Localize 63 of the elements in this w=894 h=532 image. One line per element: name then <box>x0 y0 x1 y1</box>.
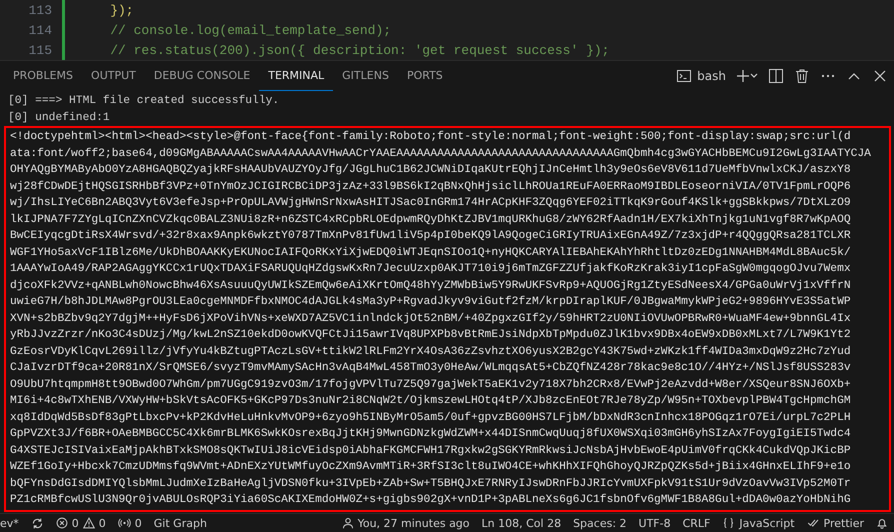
status-item[interactable]: Ln 108, Col 28 <box>482 516 562 530</box>
panel-tab[interactable]: OUTPUT <box>82 61 145 91</box>
terminal-output-line: xq8IdDqWd5BsDf83gPtLbxcPv+kP2KdvHeLuHnkvMvOP9+6zyo9h5INByMrO5am5/0uf+gpvzBG00HS7LFjbM/bDxNdR3cnInhcx18POGqz1rO7Ei/urpL7c2PLH <box>10 410 852 426</box>
line-number: 114 <box>28 22 53 38</box>
line-number: 113 <box>28 2 53 18</box>
warning-icon[interactable] <box>82 517 95 529</box>
bell-icon[interactable] <box>876 517 888 529</box>
panel-tab[interactable]: PORTS <box>398 61 452 91</box>
braces-icon[interactable] <box>722 517 736 529</box>
branch-status[interactable]: ev* <box>0 516 19 530</box>
terminal-output-line: WZEf1GoIy+Hbcxk7CmzUDMmsfq9WVmt+ADnEXzYUtWMfuyOcZXm9AvmMTiR+3RfSI3clt8uIWO4CE+whKHhXIFQhGhoyQJRZpQZKs5d+jBiix4GHnxELIhF9+e1o <box>10 460 852 475</box>
trash-icon[interactable] <box>794 68 810 84</box>
terminal-output-line: 1AAAYwIoA49/RAP2AGAggYKCCx1rUQxTDAXiFSARUQUqHZdgswKxRn7JecuUzxp0AKJT710i9j6mTmZGFZZUfjakfKoRzKrak3iyI1cpFaSgW0mgqogOJvu7Wemx <box>10 262 852 277</box>
blame-status[interactable]: You, 27 minutes ago <box>358 516 470 530</box>
add-terminal-icon[interactable] <box>736 68 758 84</box>
terminal-output-line: G4XSTEJcISIVaixEaMjpAkhBTxkSMO8sQKTwIUiJ8icVEidsp0iAbhaFKGMCFWH17Rgxkw2gSGKYRmRkwsiJcNsbAjHvbEwoE4pUimV0frqCKk4CukdVQpJKicBP <box>10 444 852 458</box>
terminal-output-line: BwCEIyqcgDtiRsX4Wrsvd/+32r8xax9Anpk6wkztY0787TmXnPv81fUw1liV5p4pI0beKQ9lA9QogeCiGRIyTRUAixEGnA49Z/7z3xjdP+r4QQggQRsa281TCLXR <box>10 228 852 244</box>
terminal-output-line: wj28fCDwDEjtHQSGISRHbBf3VPz+0TnYmOzJCIGIRCBCiDP3jzAz+33l9BS6kI2qBNxQhHjsiclLhROUa1REuFA0ERRaoM9IBDLEoseorniVIA/0TV1FpmLrOQP6 <box>10 180 852 194</box>
error-count[interactable]: 0 <box>72 516 79 530</box>
ports-count[interactable]: 0 <box>134 516 142 530</box>
sync-icon[interactable] <box>30 516 44 530</box>
terminal-output-line: OHYAQgBYMAByAbO0YzA8HGAQBQZyajkRFsHAAUbVAUZYOyJfg/JGgLhuC1B62JCWNiDIqaKUtrEQhjIJnCeHmtlh3y9eOs6eV8V611d7UeMfbVnwlxCKJ/aszxY8 <box>10 162 852 178</box>
double-check-icon[interactable] <box>806 517 820 529</box>
code-line: // console.log(email_template_send); <box>109 22 392 38</box>
terminal-output-line: uwieG7H/b8hJDLMAw8PgrOU3LEa0cgeMNMDFfbxNMOC4dAJGLk4sMa3yP+RgvadJkyv9viGutf2fzM/krpDIraplKUF/0JBgwaMmykWPjeG2+9896HYvE3S5atWP <box>10 294 852 310</box>
warning-count[interactable]: 0 <box>98 516 106 530</box>
terminal-output-line: CJaIvzrDTf9ca+20R81nX/SrQMSE6/svyzT9mvMAmySAcHn3vAqB4MwL458TmO3y0HeAw/WLmqqsAt5+CbZQfNZ428r78kac9e8c1O//4HYz+/NSlJsf8USS283v <box>10 360 852 376</box>
terminal-output-line: ata:font/woff2;base64,d09GMgABAAAAACswAA4AAAAAVHwAACrYAAEAAAAAAAAAAAAAAAAAAAAAAAAAAAAAAAAGmQbmh4cg3wGYACHbBEMCu9I2GwLg3IAATYCJA <box>10 146 872 162</box>
terminal-output-line: MI6i+4c8wTXhENB/VXWyHW+bSkVtsAcOFK5+GKcP97Ds3nuNr2i8CNqW2t/OjkmszewLHOtq4tP/XJb8zcEnEOt7RJe78yZp/W95n+TOXbevplPBW4TgcHpmchGM <box>10 394 852 409</box>
language-status[interactable]: JavaScript <box>739 516 795 530</box>
terminal-profile-button[interactable]: bash <box>676 68 726 84</box>
terminal-output-line: <!doctypehtml><html><head><style>@font-face{font-family:Roboto;font-style:normal;font-weight:500;font-display:swap;src:url(d <box>10 130 852 145</box>
error-icon[interactable] <box>56 517 68 529</box>
code-line: // res.status(200).json({ description: 'get request success' }); <box>109 42 610 58</box>
terminal-output-line: lkIJPNA7F7ZYgLqICnZXnCVZkqc0BALZ3NUi8zR+n6ZSTC4xRCpbRLOEdpwmRQyDhKtZJBV1mqURKhuG8/zWY62RfAadn1H/EX7kiXhTnjkg1uN1vgf8R7wKpAOQ <box>10 212 852 228</box>
terminal-output-line: GpPVZXt3J/f6BR+OAeBMBGCC5C4Xk6mrBLMK6SwkKOsrexBqJjtKHj9MwnGDNzkgWdZWM+x44DISnmCwqUuqj8fUX0WSXqi03mGH6yhSIzAx7FoygIgiEI5Twdc4 <box>10 426 852 442</box>
code-line: }); <box>109 2 134 18</box>
panel-tab[interactable]: DEBUG CONSOLE <box>144 61 260 91</box>
broadcast-icon[interactable] <box>118 517 131 529</box>
terminal-output-line: WGF1YHo5axVcF1IBlz6Me/UkDhBOAAKKyEKUNocIAIFQoRKxYiXjwEDQ0iWTJEqnSIOo1Q+nyHQKCARYAlIEBAhEKAhYhRhtltDz0zEDg1NNAHBM4MdL8BAuc5k/ <box>10 246 852 260</box>
line-number: 115 <box>28 42 53 58</box>
panel-tab[interactable]: GITLENS <box>333 61 398 91</box>
terminal-output-line: PZ1cRMBfcwUSlU3N9Qr0jvABULOsRQP3iYia60ScAKIXEmdoHW0Z+s+gigbs902gX+vnD1P+3pABLneXs6g6JC1fsbnOfv6gMWF1B8A8Gul+dDA0w0azYoHbNihG <box>10 492 852 508</box>
terminal-output-line: [0] ===> HTML file created successfully. <box>8 94 280 109</box>
status-item[interactable]: Git Graph <box>154 516 207 530</box>
terminal-output-line: [0] undefined:1 <box>8 110 111 126</box>
status-item[interactable]: Spaces: 2 <box>573 516 627 530</box>
person-icon[interactable] <box>342 517 354 529</box>
panel-tab[interactable]: PROBLEMS <box>4 61 82 91</box>
terminal-output-line: wj/IhsLIYeC6Bn2ABQ3Vyt6V3efeJsp+PrOpULAVWjgHWnSrNxwAsHITJSac0InGRm174HrACpKHF3ZQqg6YEF02iTTkqK9rGouf4KSlk+ggSBkkpws/7DtXLzO9 <box>10 196 852 211</box>
status-item[interactable]: UTF-8 <box>638 516 671 530</box>
panel-tab[interactable]: TERMINAL <box>259 61 334 91</box>
terminal-output-line: bQFYnsDdGIsdDMIYQlsbMmLJudmXeIzBaHeAgljVDSN0fku+3IVpEb+ZAb+Sw+T5BHQJxE7RNRyIJswDRnFbJJRIcYvmUXFpkV91tS1Ur9dVzOavVw3IVp52M0Tr <box>10 476 852 492</box>
terminal-output-line: djcoXFk2VVz+qANBLwh0NowcBhw46XsAsuuuQyUWIkSZEmQw6eAiXKrtOmQ48hYyZMWbBiw5Y9RwUKFSvRp9+AQUOGjRg1ZtyESdNeesX4/GPGa0uWrVj1xVffrN <box>10 278 852 294</box>
terminal-output-line: GzEosrVDyKlCqvL269illz/jVfyYu4kBZtugPTAczLsGV+ttikW2lRLFm2YrX4OsA36zZsvhztXO6yusX2B2gcY43K75wd+zWKzk1ff4WIDa3mxDqW9z2Hc7zYud <box>10 344 852 360</box>
terminal-icon <box>676 68 692 84</box>
close-icon[interactable] <box>872 68 888 84</box>
terminal-output-line: O9UbU7htqmpmH8tt9OBwd0O7WhGm/pm7UGgC919zvO3m/17fojgVPVlTu7Z5Q97gajWekT5aEK1v2y718X7bh2CRx8/EVwPj2eAzvdd+W8er/XSQeur8SNJ6OXb+ <box>10 378 852 392</box>
terminal-output-line: yRbJJvzZrzr/nKo3C4sDUzj/Mg/kwL2nSZ10ekdD0owKVQFCtJi15awrIVq8UPXPb8vBtRmEJsiNdpXbTpMpdu0ZJlK1bvx9DBx4oEW9xDB0xMLxt7/L7W9K1Yt2 <box>10 328 852 343</box>
split-icon[interactable] <box>768 68 784 84</box>
terminal-output-line: XVN+s2bBZbv9q2Y7dgjM++HyFsD6jXPoVihVNs+xeWXD7AZ5VC1inlndckjOt52nBM/+40ZpgxzGIf2y/59hHRT2zU0NIiOVUwOPBRwR0+WuaMF4ew+9bnnGL4Ix <box>10 312 852 326</box>
status-item[interactable]: CRLF <box>682 516 710 530</box>
prettier-status[interactable]: Prettier <box>824 516 864 530</box>
